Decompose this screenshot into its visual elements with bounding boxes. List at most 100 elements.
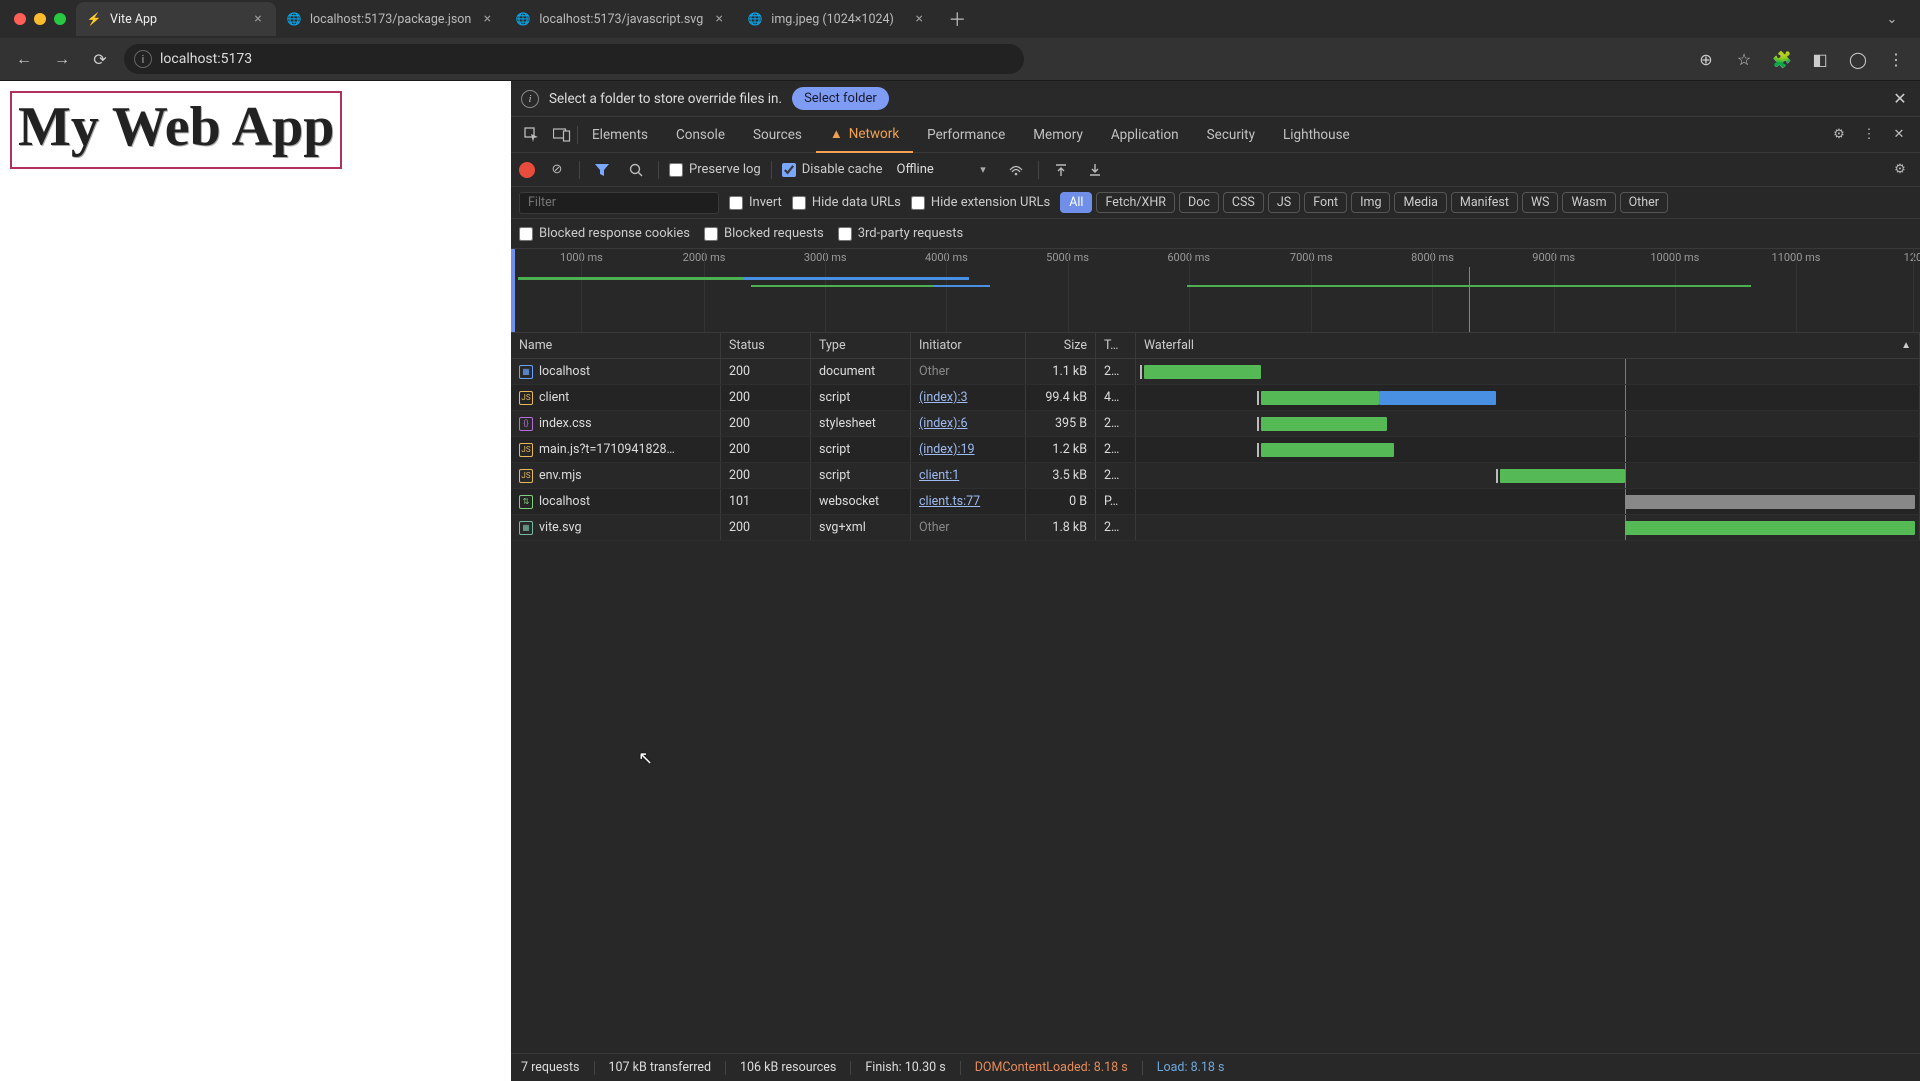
export-har-icon[interactable]: [1083, 158, 1107, 182]
browser-tab[interactable]: 🌐img.jpeg (1024×1024)×: [737, 2, 937, 36]
tab-close-icon[interactable]: ×: [479, 11, 495, 27]
side-panel-icon[interactable]: ◧: [1806, 45, 1834, 73]
table-row[interactable]: JSclient200script(index):399.4 kB4…: [511, 385, 1920, 411]
hide-ext-urls-checkbox[interactable]: Hide extension URLs: [911, 195, 1050, 210]
filter-type-wasm[interactable]: Wasm: [1562, 192, 1615, 213]
filter-type-js[interactable]: JS: [1268, 192, 1300, 213]
inspect-element-icon[interactable]: [517, 120, 547, 150]
new-tab-button[interactable]: ＋: [943, 5, 971, 33]
filter-type-img[interactable]: Img: [1351, 192, 1390, 213]
hide-data-urls-checkbox[interactable]: Hide data URLs: [792, 195, 901, 210]
throttling-select[interactable]: Offline: [893, 160, 994, 179]
forward-button[interactable]: →: [48, 45, 76, 73]
devtools-tab-memory[interactable]: Memory: [1019, 117, 1097, 153]
initiator-link[interactable]: (index):3: [919, 390, 968, 405]
tab-favicon-icon: 🌐: [515, 11, 531, 27]
row-waterfall: [1136, 489, 1920, 514]
preserve-log-checkbox[interactable]: Preserve log: [669, 162, 761, 177]
device-toolbar-icon[interactable]: [547, 120, 577, 150]
col-status[interactable]: Status: [721, 333, 811, 358]
col-size[interactable]: Size: [1026, 333, 1096, 358]
devtools-close-icon[interactable]: ✕: [1884, 120, 1914, 150]
zoom-icon[interactable]: ⊕: [1692, 45, 1720, 73]
tab-close-icon[interactable]: ×: [250, 11, 266, 27]
blocked-requests-checkbox[interactable]: Blocked requests: [704, 226, 824, 241]
network-conditions-icon[interactable]: [1004, 158, 1028, 182]
row-size: 1.8 kB: [1026, 515, 1096, 540]
select-folder-button[interactable]: Select folder: [792, 87, 889, 110]
third-party-checkbox[interactable]: 3rd-party requests: [838, 226, 964, 241]
infobar-close-icon[interactable]: ✕: [1890, 89, 1910, 109]
tab-title: img.jpeg (1024×1024): [771, 12, 903, 27]
browser-menu-icon[interactable]: ⋮: [1882, 45, 1910, 73]
devtools-more-icon[interactable]: ⋮: [1854, 120, 1884, 150]
clear-button[interactable]: ⊘: [545, 158, 569, 182]
devtools-tab-security[interactable]: Security: [1193, 117, 1269, 153]
col-name[interactable]: Name: [511, 333, 721, 358]
table-row[interactable]: {}index.css200stylesheet(index):6395 B2…: [511, 411, 1920, 437]
row-status: 200: [721, 437, 811, 462]
window-close-button[interactable]: [14, 13, 26, 25]
tab-dropdown-button[interactable]: ⌄: [1878, 5, 1906, 33]
col-initiator[interactable]: Initiator: [911, 333, 1026, 358]
row-name: localhost: [539, 494, 590, 509]
table-row[interactable]: JSmain.js?t=1710941828…200script(index):…: [511, 437, 1920, 463]
filter-type-fetchxhr[interactable]: Fetch/XHR: [1096, 192, 1175, 213]
browser-tab[interactable]: ⚡Vite App×: [76, 2, 276, 36]
network-settings-icon[interactable]: ⚙: [1888, 158, 1912, 182]
blocked-cookies-checkbox[interactable]: Blocked response cookies: [519, 226, 690, 241]
initiator-link[interactable]: client:1: [919, 468, 959, 483]
invert-checkbox[interactable]: Invert: [729, 195, 782, 210]
profile-icon[interactable]: ◯: [1844, 45, 1872, 73]
filter-type-all[interactable]: All: [1060, 192, 1092, 213]
devtools-tab-network[interactable]: ▲Network: [816, 117, 913, 153]
record-button[interactable]: [519, 162, 535, 178]
filter-input[interactable]: [519, 192, 719, 214]
filter-type-media[interactable]: Media: [1394, 192, 1446, 213]
initiator-link[interactable]: (index):19: [919, 442, 975, 457]
timeline-overview[interactable]: 1000 ms2000 ms3000 ms4000 ms5000 ms6000 …: [511, 249, 1920, 333]
back-button[interactable]: ←: [10, 45, 38, 73]
status-finish: Finish: 10.30 s: [865, 1060, 945, 1075]
col-waterfall[interactable]: Waterfall▲: [1136, 333, 1920, 358]
filter-type-font[interactable]: Font: [1304, 192, 1347, 213]
invert-label: Invert: [749, 195, 782, 210]
filter-type-manifest[interactable]: Manifest: [1451, 192, 1518, 213]
col-type[interactable]: Type: [811, 333, 911, 358]
table-row[interactable]: ⇅localhost101websocketclient.ts:770 BP…: [511, 489, 1920, 515]
filter-type-ws[interactable]: WS: [1522, 192, 1559, 213]
tab-close-icon[interactable]: ×: [711, 11, 727, 27]
initiator-link[interactable]: (index):6: [919, 416, 968, 431]
table-row[interactable]: JSenv.mjs200scriptclient:13.5 kB2…: [511, 463, 1920, 489]
col-time[interactable]: T…: [1096, 333, 1136, 358]
devtools-tab-console[interactable]: Console: [662, 117, 739, 153]
filter-type-css[interactable]: CSS: [1223, 192, 1264, 213]
devtools-settings-icon[interactable]: ⚙: [1824, 120, 1854, 150]
devtools-tab-sources[interactable]: Sources: [739, 117, 816, 153]
bookmark-icon[interactable]: ☆: [1730, 45, 1758, 73]
devtools-tab-lighthouse[interactable]: Lighthouse: [1269, 117, 1364, 153]
filter-type-other[interactable]: Other: [1620, 192, 1668, 213]
window-minimize-button[interactable]: [34, 13, 46, 25]
site-info-icon[interactable]: i: [134, 50, 152, 68]
devtools-tab-application[interactable]: Application: [1097, 117, 1193, 153]
browser-tab[interactable]: 🌐localhost:5173/package.json×: [276, 2, 505, 36]
disable-cache-checkbox[interactable]: Disable cache: [782, 162, 883, 177]
extensions-icon[interactable]: 🧩: [1768, 45, 1796, 73]
browser-tab[interactable]: 🌐localhost:5173/javascript.svg×: [505, 2, 737, 36]
devtools-tab-performance[interactable]: Performance: [913, 117, 1019, 153]
table-row[interactable]: ▦localhost200documentOther1.1 kB2…: [511, 359, 1920, 385]
reload-button[interactable]: ⟳: [86, 45, 114, 73]
window-maximize-button[interactable]: [54, 13, 66, 25]
filter-type-doc[interactable]: Doc: [1179, 192, 1219, 213]
initiator-link[interactable]: client.ts:77: [919, 494, 980, 509]
tab-strip: ⚡Vite App×🌐localhost:5173/package.json×🌐…: [0, 0, 1920, 38]
import-har-icon[interactable]: [1049, 158, 1073, 182]
filter-toggle-icon[interactable]: [590, 158, 614, 182]
row-size: 1.1 kB: [1026, 359, 1096, 384]
devtools-tab-elements[interactable]: Elements: [578, 117, 662, 153]
table-row[interactable]: ▦vite.svg200svg+xmlOther1.8 kB2…: [511, 515, 1920, 541]
tab-close-icon[interactable]: ×: [911, 11, 927, 27]
search-icon[interactable]: [624, 158, 648, 182]
url-bar[interactable]: i localhost:5173: [124, 44, 1024, 74]
